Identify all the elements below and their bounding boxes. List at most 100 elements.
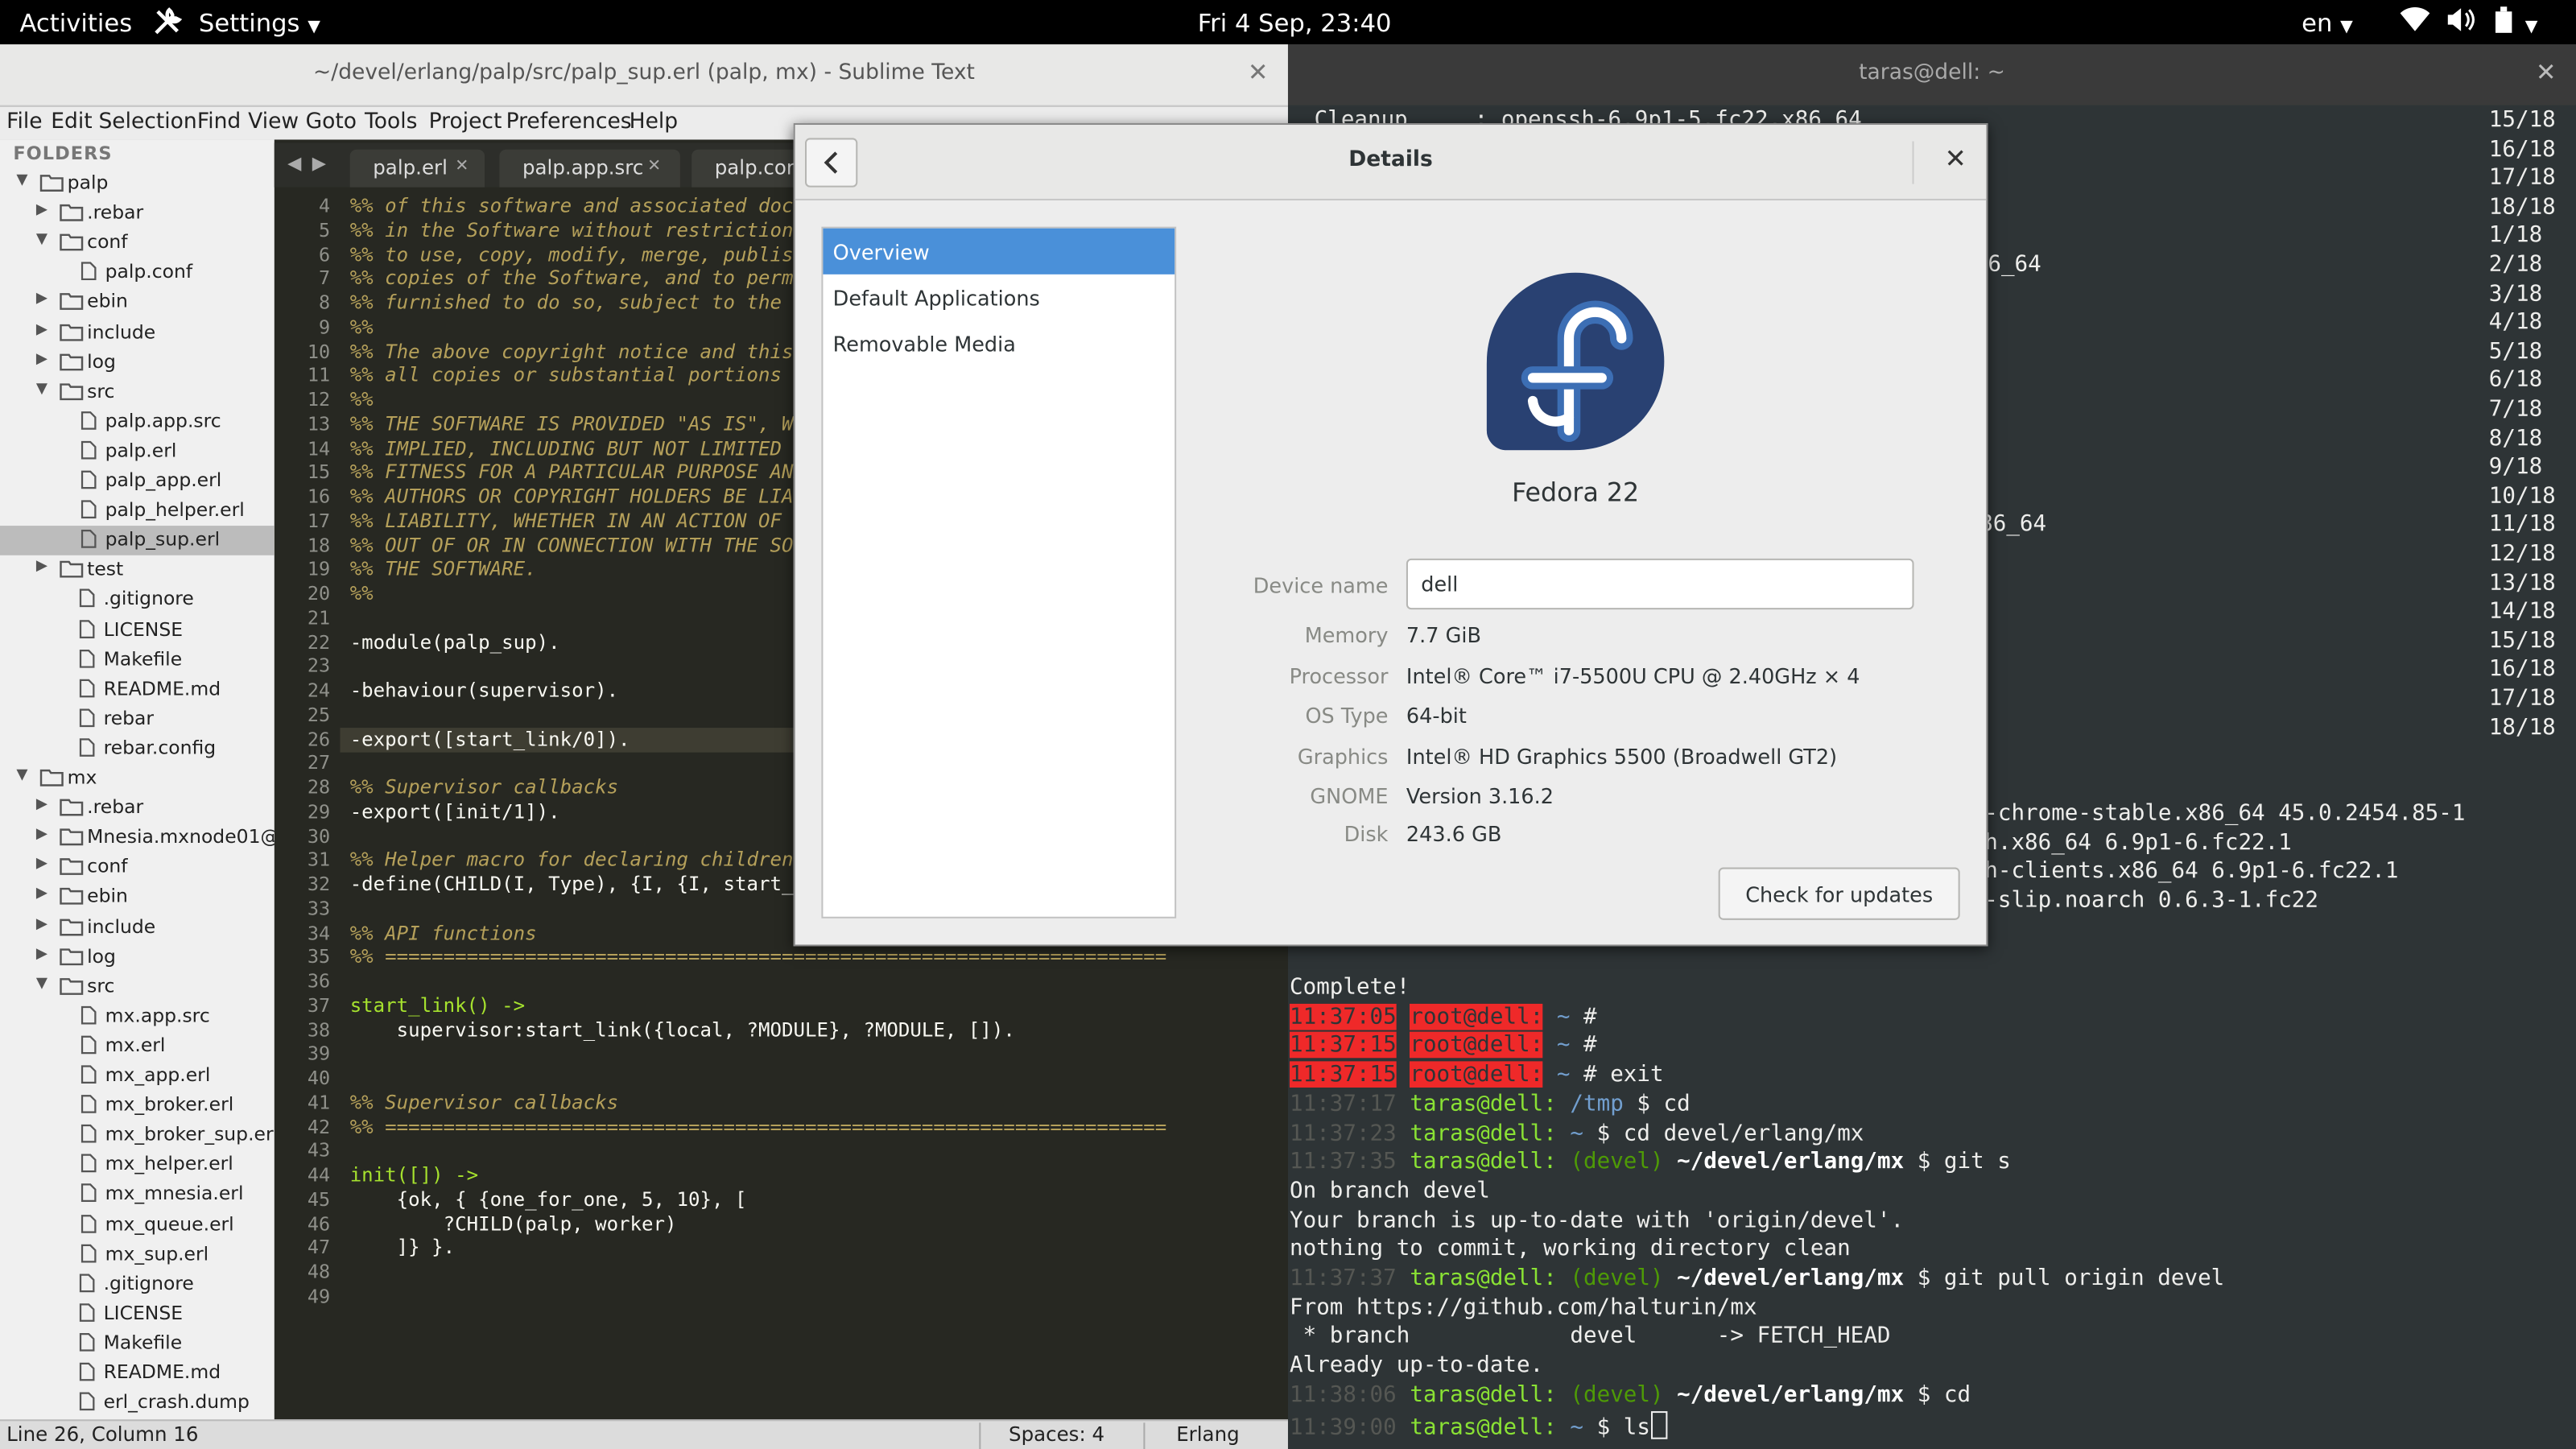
file-item[interactable]: palp.conf bbox=[0, 258, 275, 288]
folder-item[interactable]: ▼ conf bbox=[0, 229, 275, 258]
file-item[interactable]: mx_helper.erl bbox=[0, 1150, 275, 1180]
tab-palp-erl[interactable]: palp.erl ✕ bbox=[349, 149, 485, 188]
nav-item-overview[interactable]: Overview bbox=[823, 228, 1175, 275]
file-item[interactable]: mx_queue.erl bbox=[0, 1210, 275, 1240]
close-icon[interactable]: ✕ bbox=[1944, 143, 1966, 175]
menu-view[interactable]: View bbox=[248, 110, 299, 135]
menu-selection[interactable]: Selection bbox=[98, 110, 196, 135]
collapsed-arrow-icon[interactable]: ▶ bbox=[36, 797, 47, 813]
activities-button[interactable]: Activities bbox=[19, 8, 132, 38]
file-item[interactable]: LICENSE bbox=[0, 1299, 275, 1329]
tab-palp-app-src[interactable]: palp.app.src ✕ bbox=[499, 149, 680, 188]
folder-item[interactable]: ▼ palp bbox=[0, 169, 275, 199]
folder-item[interactable]: ▶ log bbox=[0, 943, 275, 972]
file-item[interactable]: .gitignore bbox=[0, 1269, 275, 1299]
tab-label: palp.conf bbox=[714, 155, 807, 180]
menu-edit[interactable]: Edit bbox=[51, 110, 92, 135]
collapsed-arrow-icon[interactable]: ▶ bbox=[36, 291, 47, 308]
close-icon[interactable]: ✕ bbox=[1248, 57, 1269, 87]
file-item[interactable]: palp_sup.erl bbox=[0, 526, 275, 556]
syntax-setting[interactable]: Erlang bbox=[1176, 1422, 1239, 1446]
device-name-field[interactable]: dell bbox=[1406, 558, 1914, 610]
close-icon[interactable]: ✕ bbox=[455, 158, 469, 175]
nav-item-default-applications[interactable]: Default Applications bbox=[823, 275, 1174, 320]
sublime-titlebar[interactable]: ~/devel/erlang/palp/src/palp_sup.erl (pa… bbox=[0, 44, 1288, 107]
file-item[interactable]: palp_helper.erl bbox=[0, 497, 275, 526]
expanded-arrow-icon[interactable]: ▼ bbox=[36, 976, 47, 992]
folder-item[interactable]: ▶ .rebar bbox=[0, 794, 275, 824]
menu-project[interactable]: Project bbox=[429, 110, 502, 135]
file-item[interactable]: palp.app.src bbox=[0, 407, 275, 437]
file-item[interactable]: .gitignore bbox=[0, 585, 275, 615]
indentation-setting[interactable]: Spaces: 4 bbox=[1009, 1422, 1104, 1446]
collapsed-arrow-icon[interactable]: ▶ bbox=[36, 321, 47, 337]
folder-item[interactable]: ▶ include bbox=[0, 318, 275, 348]
folder-item[interactable]: ▶ include bbox=[0, 913, 275, 943]
folder-item[interactable]: ▶ .rebar bbox=[0, 199, 275, 229]
battery-icon[interactable] bbox=[2494, 6, 2513, 41]
collapsed-arrow-icon[interactable]: ▶ bbox=[36, 827, 47, 843]
file-item[interactable]: mx_broker.erl bbox=[0, 1091, 275, 1121]
check-for-updates-button[interactable]: Check for updates bbox=[1718, 867, 1960, 920]
clock[interactable]: Fri 4 Sep, 23:40 bbox=[1198, 8, 1392, 38]
file-item[interactable]: rebar.config bbox=[0, 734, 275, 764]
collapsed-arrow-icon[interactable]: ▶ bbox=[36, 916, 47, 932]
folder-item[interactable]: ▼ src bbox=[0, 378, 275, 407]
file-item[interactable]: palp.erl bbox=[0, 437, 275, 467]
menu-preferences[interactable]: Preferences bbox=[506, 110, 632, 135]
expanded-arrow-icon[interactable]: ▼ bbox=[36, 232, 47, 248]
folder-item[interactable]: ▶ ebin bbox=[0, 288, 275, 318]
app-menu[interactable]: Settings ▼ bbox=[199, 8, 320, 38]
folder-item[interactable]: ▼ src bbox=[0, 972, 275, 1002]
chevron-down-icon[interactable]: ▼ bbox=[2525, 8, 2538, 38]
nav-item-removable-media[interactable]: Removable Media bbox=[823, 320, 1174, 366]
file-item[interactable]: rebar bbox=[0, 704, 275, 734]
file-item[interactable]: palp_app.erl bbox=[0, 467, 275, 497]
collapsed-arrow-icon[interactable]: ▶ bbox=[36, 202, 47, 218]
wifi-icon[interactable] bbox=[2400, 6, 2430, 39]
collapsed-arrow-icon[interactable]: ▶ bbox=[36, 857, 47, 873]
folder-item[interactable]: ▶ conf bbox=[0, 853, 275, 883]
collapsed-arrow-icon[interactable]: ▶ bbox=[36, 351, 47, 367]
file-item[interactable]: README.md bbox=[0, 675, 275, 704]
close-icon[interactable]: ✕ bbox=[647, 158, 661, 175]
details-dialog: Details ✕ Overview Default Applications … bbox=[793, 123, 1988, 947]
tab-scroll-left-icon[interactable]: ◀ bbox=[287, 153, 301, 175]
folder-item[interactable]: ▶ test bbox=[0, 555, 275, 585]
file-item[interactable]: mx_sup.erl bbox=[0, 1240, 275, 1269]
file-item[interactable]: erl_crash.dump bbox=[0, 1389, 275, 1418]
menu-tools[interactable]: Tools bbox=[365, 110, 417, 135]
file-item[interactable]: mx_app.erl bbox=[0, 1061, 275, 1091]
line-number: 22 bbox=[307, 630, 331, 654]
line-number: 5 bbox=[319, 217, 331, 242]
folder-item[interactable]: ▶ Mnesia.mxnode01@1 bbox=[0, 824, 275, 853]
collapsed-arrow-icon[interactable]: ▶ bbox=[36, 886, 47, 902]
volume-icon[interactable] bbox=[2446, 6, 2476, 39]
file-item[interactable]: Makefile bbox=[0, 645, 275, 675]
expanded-arrow-icon[interactable]: ▼ bbox=[16, 767, 27, 783]
expanded-arrow-icon[interactable]: ▼ bbox=[36, 381, 47, 397]
menu-help[interactable]: Help bbox=[630, 110, 678, 135]
file-item[interactable]: mx.app.src bbox=[0, 1001, 275, 1031]
file-item[interactable]: README.md bbox=[0, 1359, 275, 1389]
file-item[interactable]: LICENSE bbox=[0, 615, 275, 645]
collapsed-arrow-icon[interactable]: ▶ bbox=[36, 559, 47, 575]
terminal-window-title: taras@dell: ~ bbox=[1859, 60, 2005, 86]
folder-item[interactable]: ▶ log bbox=[0, 348, 275, 378]
file-item[interactable]: mx.erl bbox=[0, 1031, 275, 1061]
menu-file[interactable]: File bbox=[6, 110, 42, 135]
file-icon bbox=[79, 648, 95, 673]
expanded-arrow-icon[interactable]: ▼ bbox=[16, 172, 27, 188]
folder-item[interactable]: ▼ mx bbox=[0, 764, 275, 794]
menu-find[interactable]: Find bbox=[197, 110, 241, 135]
close-icon[interactable]: ✕ bbox=[2536, 57, 2557, 87]
collapsed-arrow-icon[interactable]: ▶ bbox=[36, 946, 47, 962]
input-language-indicator[interactable]: en ▼ bbox=[2301, 8, 2353, 38]
tab-scroll-right-icon[interactable]: ▶ bbox=[312, 153, 326, 175]
file-item[interactable]: mx_mnesia.erl bbox=[0, 1180, 275, 1210]
file-item[interactable]: Makefile bbox=[0, 1329, 275, 1359]
folder-item[interactable]: ▶ ebin bbox=[0, 883, 275, 913]
file-item[interactable]: mx_broker_sup.erl bbox=[0, 1121, 275, 1150]
terminal-titlebar[interactable]: taras@dell: ~ ✕ bbox=[1287, 44, 2576, 105]
menu-goto[interactable]: Goto bbox=[306, 110, 357, 135]
